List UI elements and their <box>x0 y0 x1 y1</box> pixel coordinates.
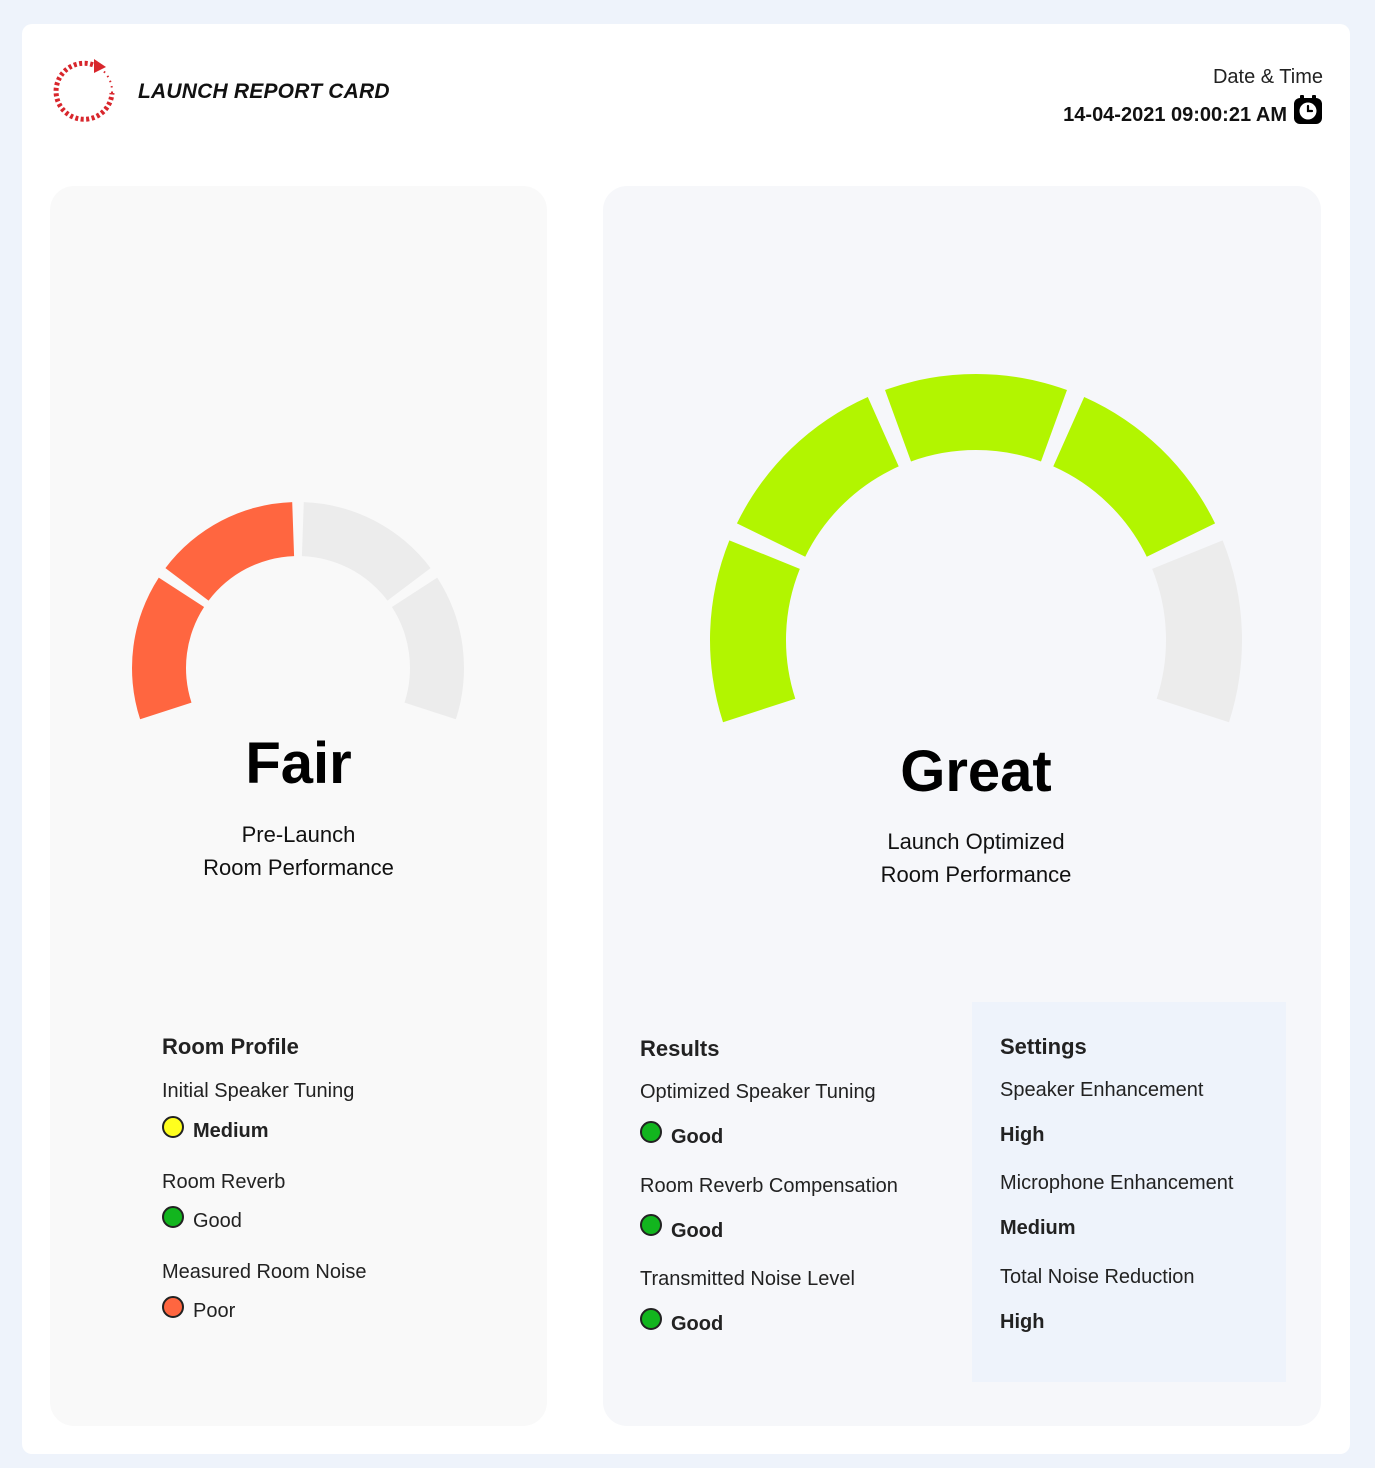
date-time-value: 14-04-2021 09:00:21 AM <box>1063 104 1287 126</box>
room-profile-item-value: Medium <box>193 1120 269 1142</box>
room-profile-title: Room Profile <box>162 1034 299 1059</box>
gauge-segment <box>710 540 800 723</box>
settings-item-value: High <box>1000 1124 1045 1146</box>
gauge-segment <box>165 502 295 601</box>
room-profile-item-label: Measured Room Noise <box>162 1261 367 1283</box>
status-dot-icon <box>162 1296 184 1318</box>
launch-optimized-caption-line1: Launch Optimized <box>887 829 1065 854</box>
results-item-label: Room Reverb Compensation <box>640 1175 898 1197</box>
status-dot-icon <box>162 1206 184 1228</box>
settings-item-label: Total Noise Reduction <box>1000 1266 1195 1288</box>
status-dot-icon <box>640 1308 662 1330</box>
pre-launch-gauge <box>132 502 464 720</box>
pre-launch-caption-line1: Pre-Launch <box>241 822 356 847</box>
settings-item-value: High <box>1000 1311 1045 1333</box>
launch-optimized-caption: Launch Optimized Room Performance <box>603 825 1349 891</box>
results-item-label: Transmitted Noise Level <box>640 1268 855 1290</box>
results-item-value: Good <box>671 1313 724 1335</box>
settings-title: Settings <box>1000 1034 1087 1059</box>
results-item-value: Good <box>671 1126 724 1148</box>
gauge-segment <box>132 577 205 720</box>
clock-icon <box>1294 95 1322 124</box>
gauge-segment <box>1053 396 1216 557</box>
status-dot-icon <box>640 1214 662 1236</box>
status-dot-icon <box>162 1116 184 1138</box>
gauge-segment <box>1152 540 1242 723</box>
gauge-segment <box>885 374 1067 462</box>
room-profile-item-value: Good <box>193 1210 242 1232</box>
room-profile-item-value: Poor <box>193 1300 236 1322</box>
gauge-segment <box>391 577 464 720</box>
pre-launch-caption: Pre-Launch Room Performance <box>50 818 547 884</box>
pre-launch-caption-line2: Room Performance <box>203 855 394 880</box>
date-time-label: Date & Time <box>1212 66 1323 88</box>
report-title: LAUNCH REPORT CARD <box>138 80 390 103</box>
results-item-label: Optimized Speaker Tuning <box>640 1081 876 1103</box>
results-title: Results <box>640 1036 720 1061</box>
gauge-segment <box>301 502 431 601</box>
launch-optimized-caption-line2: Room Performance <box>880 862 1072 887</box>
results-item-value: Good <box>671 1220 724 1242</box>
launch-optimized-rating: Great <box>900 739 1052 804</box>
launch-optimized-gauge <box>710 374 1242 723</box>
pre-launch-rating: Fair <box>245 731 352 796</box>
room-profile-item-label: Room Reverb <box>162 1171 286 1193</box>
pre-launch-panel <box>50 186 547 1426</box>
status-dot-icon <box>640 1121 662 1143</box>
settings-item-value: Medium <box>1000 1217 1076 1239</box>
room-profile-item-label: Initial Speaker Tuning <box>162 1080 355 1102</box>
settings-item-label: Speaker Enhancement <box>1000 1079 1204 1101</box>
settings-item-label: Microphone Enhancement <box>1000 1172 1234 1194</box>
gauge-segment <box>736 396 899 557</box>
circular-arrow-logo-icon <box>53 59 115 122</box>
